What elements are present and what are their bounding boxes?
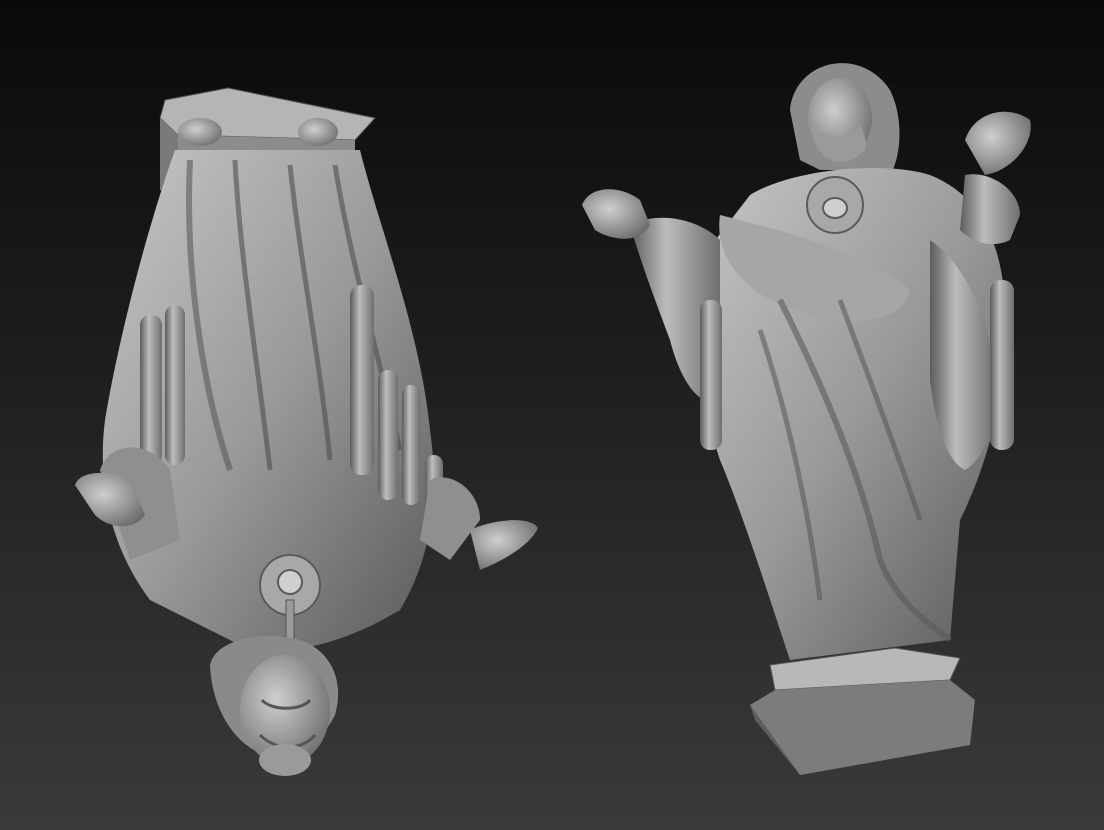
hand-right (965, 111, 1031, 175)
foot-left (178, 118, 222, 146)
sleeve-right (420, 477, 480, 560)
hand-left (582, 189, 650, 239)
sculpt-viewport[interactable] (0, 0, 1104, 830)
hand-right (470, 520, 538, 570)
sacred-heart-ornament (806, 176, 864, 234)
statue-inverted[interactable] (75, 87, 538, 776)
scene-canvas (75, 63, 1031, 776)
sleeve-right (960, 174, 1020, 245)
statue-upright[interactable] (582, 63, 1031, 775)
foot-right (298, 118, 338, 146)
